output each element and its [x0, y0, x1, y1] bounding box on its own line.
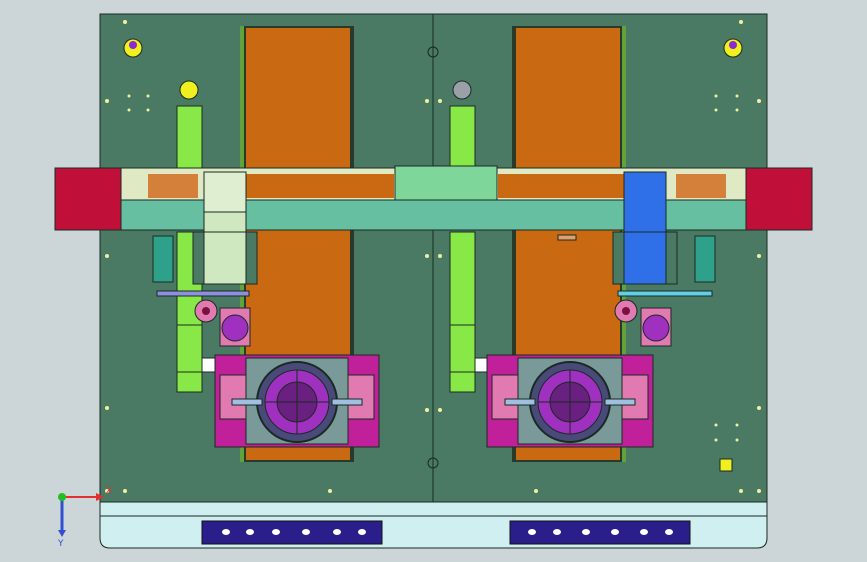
left-slide-bar: [156, 290, 250, 297]
machine-top-view-drawing: X Y: [54, 13, 813, 549]
cad-viewport[interactable]: X Y: [0, 0, 867, 562]
round-marker-icon: [179, 80, 199, 100]
left-fixture: [201, 354, 380, 448]
axis-x-label: X: [106, 486, 112, 496]
locating-pin-icon: [723, 38, 743, 58]
right-green-arm: [449, 105, 476, 393]
left-end-block: [54, 167, 122, 231]
right-fixture: [474, 354, 654, 448]
belt-tag: [557, 234, 577, 241]
yellow-switch: [719, 458, 733, 472]
locating-pin-icon: [123, 38, 143, 58]
left-teal-sensor: [152, 235, 174, 283]
right-teal-sensor: [694, 235, 716, 283]
round-marker-icon: [452, 80, 472, 100]
right-end-block: [745, 167, 813, 231]
axis-y-label: Y: [57, 539, 64, 549]
right-slot-panel: [509, 520, 691, 545]
beam-center-block: [394, 165, 498, 201]
left-slot-panel: [201, 520, 383, 545]
right-slide-bar: [617, 290, 713, 297]
